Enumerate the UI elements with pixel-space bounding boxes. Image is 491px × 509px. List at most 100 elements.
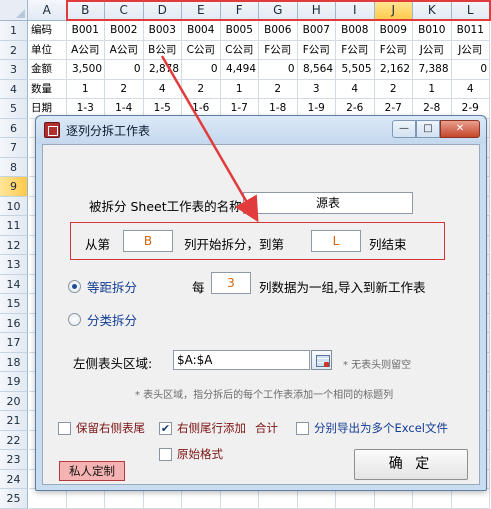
cell-d4[interactable]: 4 [143,79,182,99]
cell-i3[interactable]: 5,505 [336,60,375,80]
cell-b25[interactable] [66,489,105,509]
column-header-g[interactable]: G [259,0,298,21]
cell-b3[interactable]: 3,500 [66,60,105,80]
cell-j1[interactable]: B009 [374,21,413,41]
cell-b1[interactable]: B001 [66,21,105,41]
row-header-21[interactable]: 21 [0,411,28,431]
column-header-f[interactable]: F [220,0,259,21]
column-header-b[interactable]: B [66,0,105,21]
dialog-titlebar[interactable]: 逐列分拆工作表 — □ ✕ [36,116,486,144]
equal-split-label[interactable]: 等距拆分 [87,277,137,296]
cell-c2[interactable]: A公司 [105,40,144,60]
cell-j4[interactable]: 2 [374,79,413,99]
cell-c4[interactable]: 2 [105,79,144,99]
row-header-13[interactable]: 13 [0,255,28,275]
row-header-14[interactable]: 14 [0,274,28,294]
row-header-20[interactable]: 20 [0,391,28,411]
row-header-5[interactable]: 5 [0,99,28,119]
cell-h4[interactable]: 3 [297,79,336,99]
cell-d3[interactable]: 2,878 [143,60,182,80]
column-header-e[interactable]: E [182,0,221,21]
row-header-15[interactable]: 15 [0,294,28,314]
cell-f3[interactable]: 4,494 [220,60,259,80]
minimize-button[interactable]: — [392,120,416,138]
cell-i4[interactable]: 4 [336,79,375,99]
cell-i25[interactable] [336,489,375,509]
export-excel-label[interactable]: 分别导出为多个Excel文件 [314,420,448,436]
cell-e1[interactable]: B004 [182,21,221,41]
start-column-input[interactable]: B [123,230,173,252]
cell-j3[interactable]: 2,162 [374,60,413,80]
cell-d2[interactable]: B公司 [143,40,182,60]
cell-e2[interactable]: C公司 [182,40,221,60]
cell-a2[interactable]: 单位 [29,40,67,60]
cell-l25[interactable] [451,489,490,509]
cell-g4[interactable]: 2 [259,79,298,99]
cell-l2[interactable]: J公司 [451,40,490,60]
row-header-12[interactable]: 12 [0,235,28,255]
row-header-7[interactable]: 7 [0,138,28,158]
cell-d1[interactable]: B003 [143,21,182,41]
column-header-j[interactable]: J [374,0,413,21]
cell-a25[interactable] [29,489,67,509]
cell-d25[interactable] [143,489,182,509]
column-header-c[interactable]: C [105,0,144,21]
column-header-a[interactable]: A [28,0,67,21]
cell-a4[interactable]: 数量 [29,79,67,99]
column-header-i[interactable]: I [336,0,375,21]
cell-i2[interactable]: F公司 [336,40,375,60]
column-header-l[interactable]: L [451,0,490,21]
category-split-radio[interactable] [68,313,81,326]
cell-f1[interactable]: B005 [220,21,259,41]
row-header-6[interactable]: 6 [0,118,28,138]
cell-l3[interactable]: 0 [451,60,490,80]
row-header-11[interactable]: 11 [0,216,28,236]
cell-k4[interactable]: 1 [413,79,452,99]
cell-h2[interactable]: F公司 [297,40,336,60]
keep-right-tail-checkbox[interactable] [58,422,71,435]
row-header-22[interactable]: 22 [0,430,28,450]
cell-e4[interactable]: 2 [182,79,221,99]
cell-h3[interactable]: 8,564 [297,60,336,80]
end-column-input[interactable]: L [311,230,361,252]
column-header-k[interactable]: K [413,0,452,21]
row-header-4[interactable]: 4 [0,79,28,99]
category-split-label[interactable]: 分类拆分 [87,310,137,329]
maximize-button[interactable]: □ [416,120,440,138]
add-total-row-label[interactable]: 右侧尾行添加 [177,420,246,436]
row-header-25[interactable]: 25 [0,489,28,509]
cell-i1[interactable]: B008 [336,21,375,41]
cell-g25[interactable] [259,489,298,509]
cell-c1[interactable]: B002 [105,21,144,41]
cell-f2[interactable]: C公司 [220,40,259,60]
row-header-3[interactable]: 3 [0,60,28,80]
row-header-23[interactable]: 23 [0,450,28,470]
cell-j2[interactable]: F公司 [374,40,413,60]
cell-c3[interactable]: 0 [105,60,144,80]
close-button[interactable]: ✕ [440,120,480,138]
row-header-9[interactable]: 9 [0,177,28,197]
cell-l1[interactable]: B011 [451,21,490,41]
row-header-24[interactable]: 24 [0,469,28,489]
cell-f4[interactable]: 1 [220,79,259,99]
export-excel-checkbox[interactable] [296,422,309,435]
header-area-input[interactable]: $A:$A [173,350,310,370]
cell-f25[interactable] [220,489,259,509]
row-header-2[interactable]: 2 [0,40,28,60]
cell-k25[interactable] [413,489,452,509]
column-header-h[interactable]: H [297,0,336,21]
cell-j25[interactable] [374,489,413,509]
cell-e3[interactable]: 0 [182,60,221,80]
cell-k2[interactable]: J公司 [413,40,452,60]
row-header-10[interactable]: 10 [0,196,28,216]
cell-b2[interactable]: A公司 [66,40,105,60]
range-picker-icon[interactable] [311,350,332,370]
cell-g1[interactable]: B006 [259,21,298,41]
cell-k1[interactable]: B010 [413,21,452,41]
row-header-18[interactable]: 18 [0,352,28,372]
add-total-row-checkbox[interactable]: ✔ [159,422,172,435]
ok-button[interactable]: 确 定 [354,449,468,480]
original-format-label[interactable]: 原始格式 [177,446,223,462]
custom-button[interactable]: 私人定制 [59,461,125,481]
keep-right-tail-label[interactable]: 保留右侧表尾 [76,420,145,436]
